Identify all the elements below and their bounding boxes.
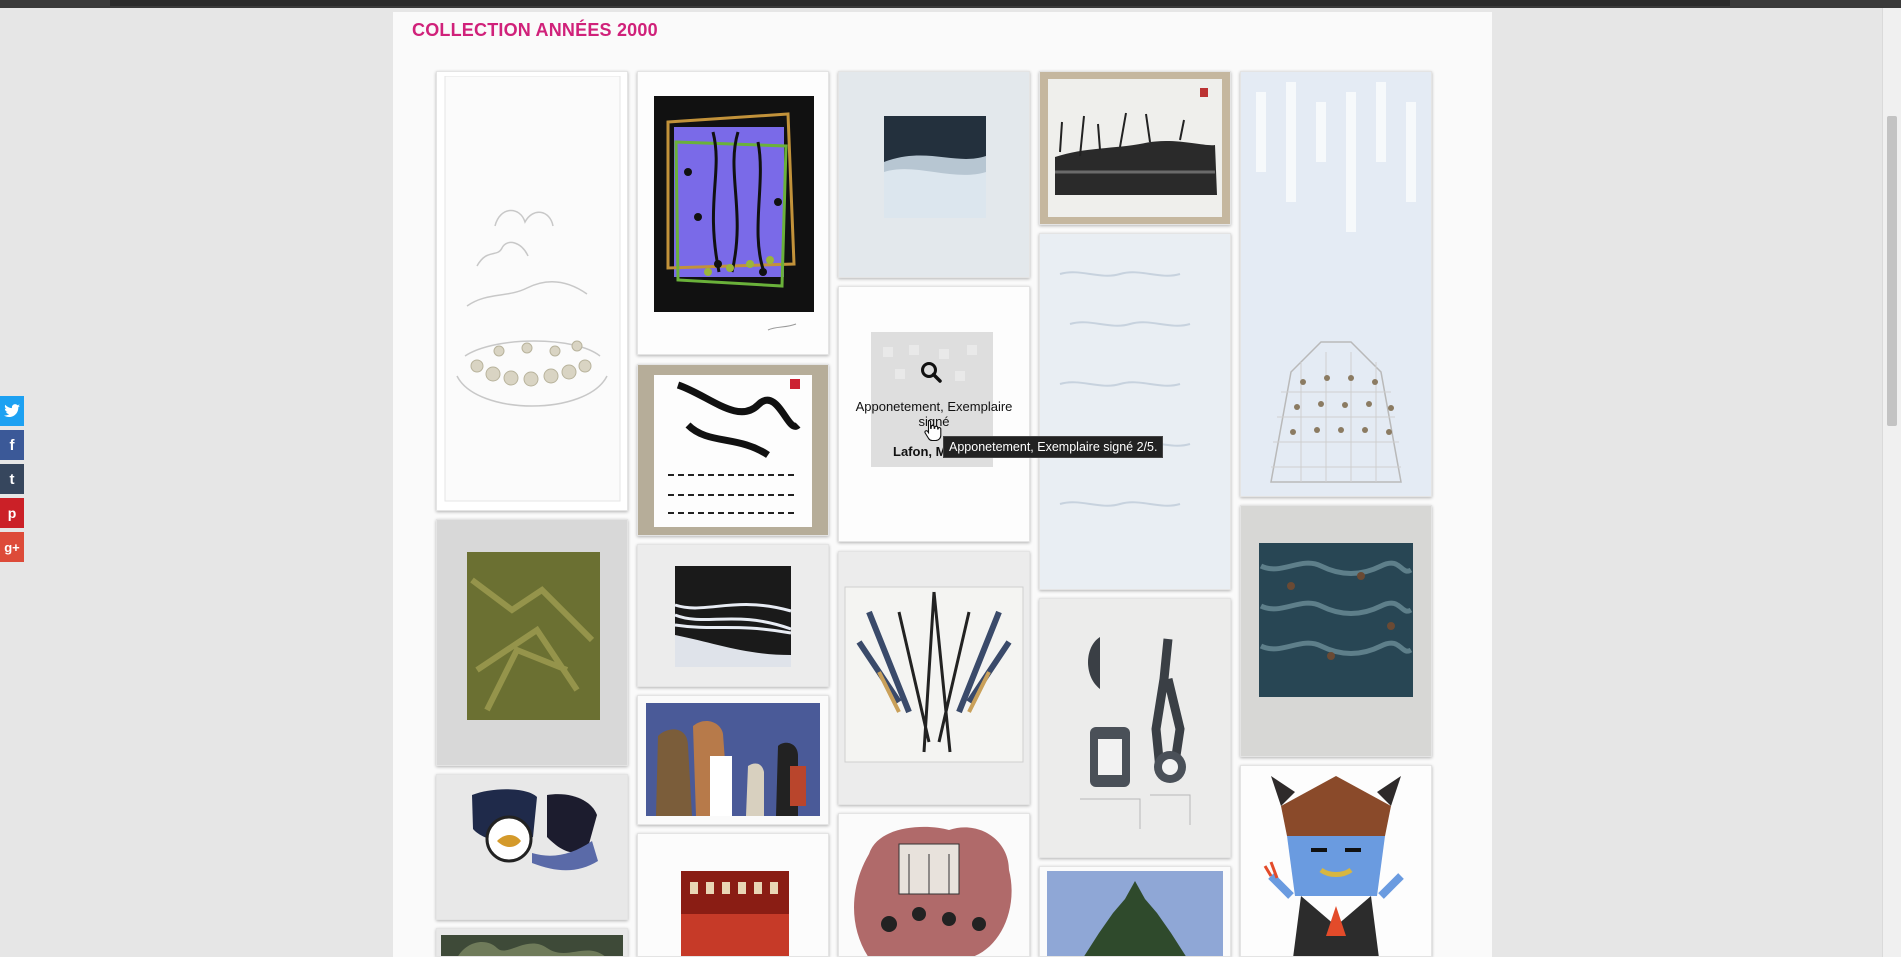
artwork-card[interactable] — [1240, 71, 1432, 497]
artwork-card[interactable] — [1039, 598, 1231, 858]
twitter-share-button[interactable] — [0, 396, 24, 426]
artwork-image — [638, 545, 828, 686]
artwork-card[interactable] — [1039, 233, 1231, 590]
artwork-card[interactable] — [637, 364, 829, 536]
twitter-icon — [4, 404, 20, 417]
artwork-artist: Lafon, M — [893, 444, 947, 459]
page-title: COLLECTION ANNÉES 2000 — [412, 20, 658, 40]
artwork-card[interactable] — [637, 833, 829, 957]
artwork-image — [638, 365, 828, 535]
artwork-image — [638, 72, 828, 354]
artwork-card[interactable] — [1240, 765, 1432, 957]
artwork-card[interactable] — [1240, 505, 1432, 757]
hovered-artwork-card[interactable]: Apponetement, Exemplaire signé Lafon, M — [838, 286, 1030, 542]
artwork-card[interactable] — [838, 813, 1030, 957]
artwork-image — [839, 814, 1029, 956]
facebook-icon: f — [9, 436, 15, 454]
artwork-image — [839, 72, 1029, 277]
artwork-image — [1241, 72, 1431, 496]
tumblr-share-button[interactable]: t — [0, 464, 24, 494]
artwork-image — [1040, 867, 1230, 956]
tumblr-icon: t — [9, 470, 15, 488]
scrollbar-thumb[interactable] — [1887, 116, 1897, 426]
pinterest-icon: p — [7, 505, 17, 521]
artwork-image — [1040, 234, 1230, 589]
artwork-image — [1241, 506, 1431, 756]
artwork-card[interactable] — [1039, 71, 1231, 225]
search-icon[interactable] — [920, 361, 942, 383]
artwork-image — [444, 76, 621, 502]
artwork-card[interactable] — [436, 774, 628, 920]
artwork-image — [638, 834, 828, 956]
artwork-card[interactable] — [838, 71, 1030, 278]
artwork-image — [1040, 72, 1230, 224]
top-bar-strip — [110, 0, 1730, 6]
artwork-card[interactable] — [637, 695, 829, 825]
artwork-card[interactable] — [838, 551, 1030, 805]
artwork-card[interactable] — [637, 544, 829, 687]
googleplus-icon: g+ — [4, 539, 20, 555]
artwork-image — [437, 520, 627, 765]
page-scrollbar[interactable] — [1882, 8, 1901, 957]
artwork-image — [437, 775, 627, 919]
artwork-image — [839, 552, 1029, 804]
artwork-card[interactable] — [436, 928, 628, 957]
googleplus-share-button[interactable]: g+ — [0, 532, 24, 562]
artwork-card[interactable] — [1039, 866, 1231, 957]
pinterest-share-button[interactable]: p — [0, 498, 24, 528]
artwork-image — [1040, 599, 1230, 857]
facebook-share-button[interactable]: f — [0, 430, 24, 460]
artwork-card[interactable] — [436, 519, 628, 766]
artwork-image — [437, 929, 627, 956]
artwork-card[interactable] — [436, 71, 628, 511]
browser-top-bar — [0, 0, 1901, 8]
tooltip: Apponetement, Exemplaire signé 2/5. — [943, 436, 1164, 458]
artwork-image — [1241, 766, 1431, 956]
artwork-image — [638, 696, 828, 824]
hand-pointer-icon — [924, 419, 942, 441]
artwork-card[interactable] — [637, 71, 829, 355]
